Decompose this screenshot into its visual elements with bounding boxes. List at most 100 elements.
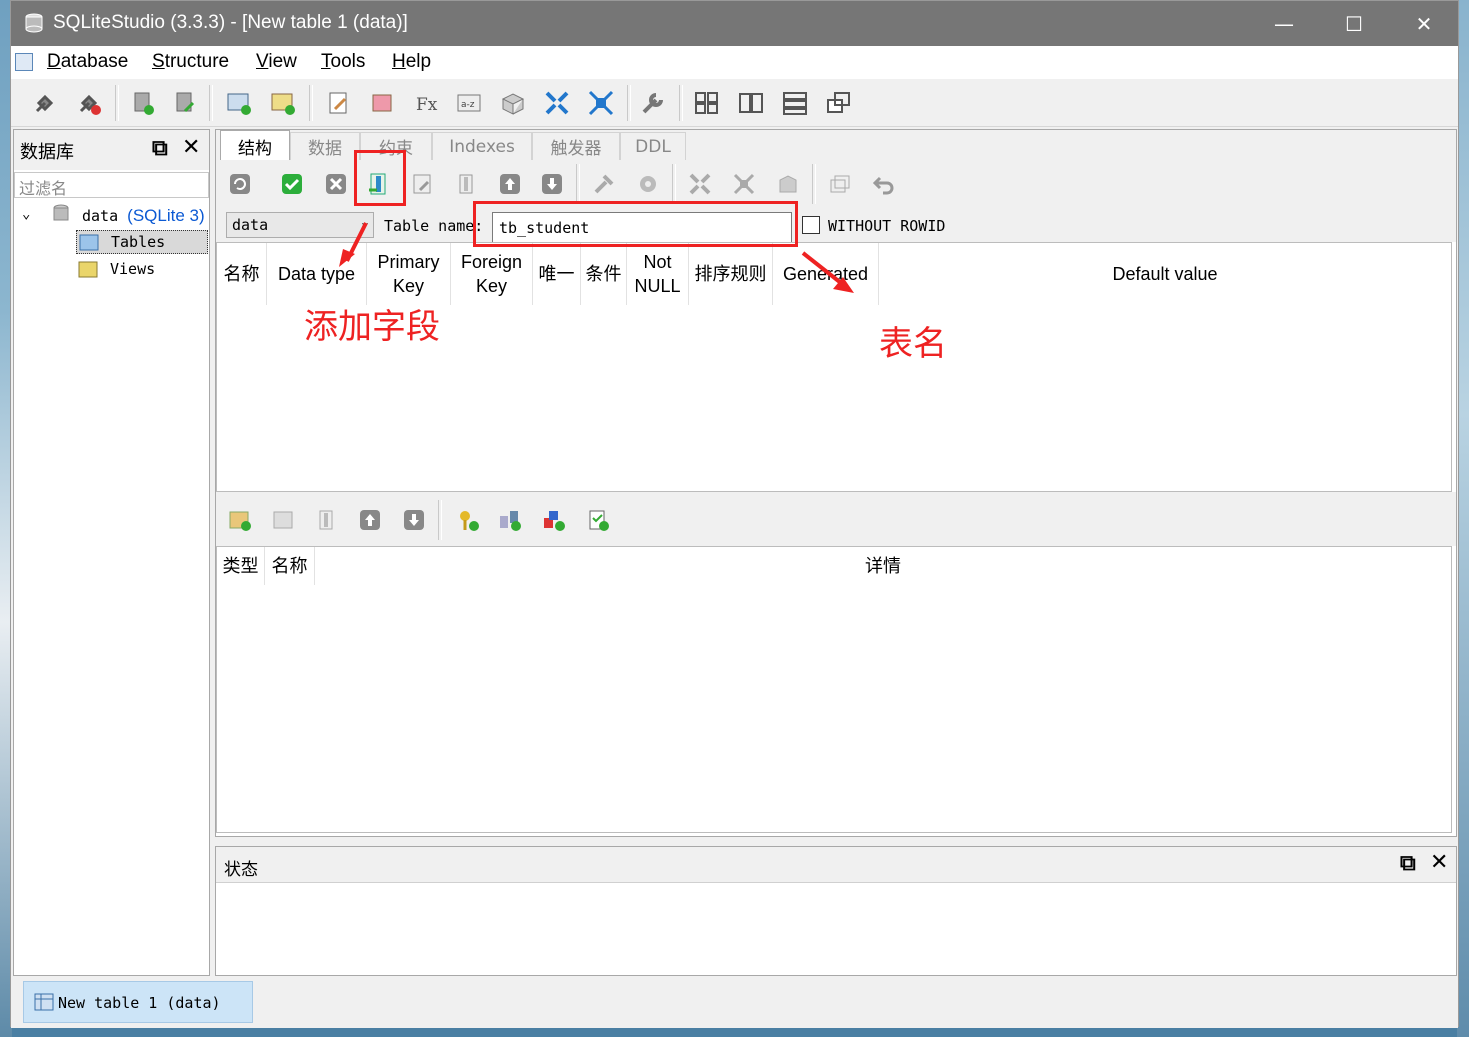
menu-bar: Database Structure View Tools Help [11, 46, 1458, 79]
constraint-header-type[interactable]: 类型 [217, 547, 265, 585]
edit-table-constraint-icon[interactable] [272, 508, 296, 532]
status-panel-header: 状态 ⧉ ✕ [216, 847, 1456, 883]
toolbar-separator [812, 164, 816, 204]
open-sql-icon[interactable] [369, 89, 397, 117]
mdi-window-icon[interactable] [15, 53, 33, 71]
tile-horizontal-icon[interactable] [737, 89, 765, 117]
tab-structure[interactable]: 结构 [220, 130, 290, 161]
toolbar-separator [576, 164, 580, 204]
database-icon [53, 204, 69, 221]
column-header-default-value[interactable]: Default value [879, 243, 1451, 305]
tab-data[interactable]: 数据 [290, 132, 360, 160]
sql-editor-icon[interactable] [325, 89, 353, 117]
tab-ddl[interactable]: DDL [620, 132, 686, 160]
add-index-icon[interactable] [636, 172, 660, 196]
close-panel-icon[interactable]: ✕ [182, 135, 200, 160]
delete-column-icon[interactable] [454, 172, 478, 196]
app-database-icon [25, 13, 43, 33]
add-unique-icon[interactable] [542, 508, 566, 532]
tile-vertical-icon[interactable] [781, 89, 809, 117]
constraints-table[interactable]: 类型 名称 详情 [216, 546, 1452, 833]
menu-database[interactable]: Database [47, 51, 128, 73]
create-similar-icon[interactable] [828, 172, 852, 196]
column-header-data-type[interactable]: Data type [267, 243, 367, 305]
tree-item-label: Views [110, 260, 156, 278]
add-primary-key-icon[interactable] [456, 508, 480, 532]
column-header-unique[interactable]: 唯一 [533, 243, 581, 305]
import-icon[interactable] [543, 89, 571, 117]
add-constraint-icon[interactable] [592, 172, 616, 196]
add-foreign-key-icon[interactable] [498, 508, 522, 532]
constraint-header-name[interactable]: 名称 [265, 547, 315, 585]
refresh-icon[interactable] [228, 172, 252, 196]
add-check-icon[interactable] [586, 508, 610, 532]
import-table-icon[interactable] [688, 172, 712, 196]
export-icon[interactable] [587, 89, 615, 117]
tree-item-views[interactable]: Views [76, 258, 208, 282]
menu-view[interactable]: View [256, 51, 297, 73]
annotation-highlight-table-name [473, 201, 798, 247]
annotation-add-field: 添加字段 [304, 307, 440, 347]
extensions-icon[interactable] [499, 89, 527, 117]
collations-icon[interactable]: a-z [455, 89, 483, 117]
database-tree-item[interactable]: ⌄ data (SQLite 3) [22, 204, 205, 225]
add-table-constraint-icon[interactable] [228, 508, 252, 532]
without-rowid-checkbox[interactable] [802, 216, 820, 234]
export-table-icon[interactable] [732, 172, 756, 196]
column-header-primary-key[interactable]: Primary Key [367, 243, 451, 305]
constraint-move-up-icon[interactable] [358, 508, 382, 532]
columns-table[interactable]: 名称 Data type Primary Key Foreign Key 唯一 … [216, 242, 1452, 492]
taskbar-item-new-table[interactable]: New table 1 (data) [23, 981, 253, 1023]
svg-text:Fx: Fx [416, 95, 438, 115]
tab-indexes[interactable]: Indexes [432, 132, 532, 160]
minimize-button[interactable]: — [1249, 1, 1319, 46]
delete-table-constraint-icon[interactable] [314, 508, 338, 532]
tile-windows-icon[interactable] [693, 89, 721, 117]
annotation-table-name: 表名 [879, 324, 947, 364]
svg-text:a-z: a-z [461, 100, 475, 110]
undo-icon[interactable] [872, 172, 896, 196]
edit-database-icon[interactable] [171, 89, 199, 117]
menu-help[interactable]: Help [392, 51, 431, 73]
disconnect-icon[interactable] [75, 89, 103, 117]
toolbar-separator [209, 85, 213, 121]
rollback-icon[interactable] [324, 172, 348, 196]
column-header-foreign-key[interactable]: Foreign Key [451, 243, 533, 305]
toolbar-separator [115, 85, 119, 121]
settings-wrench-icon[interactable] [639, 89, 667, 117]
create-table-icon[interactable] [225, 89, 253, 117]
constraint-move-down-icon[interactable] [402, 508, 426, 532]
chevron-down-icon[interactable]: ⌄ [22, 206, 30, 222]
float-panel-icon[interactable]: ⧉ [1400, 851, 1416, 876]
edit-column-icon[interactable] [410, 172, 434, 196]
create-view-icon[interactable] [269, 89, 297, 117]
tree-item-tables[interactable]: Tables [76, 230, 208, 254]
column-header-name[interactable]: 名称 [217, 243, 267, 305]
database-panel-header: 数据库 ⧉ ✕ [14, 130, 209, 170]
functions-icon[interactable]: Fx [413, 89, 441, 117]
menu-tools[interactable]: Tools [321, 51, 365, 73]
database-select[interactable]: data ⌄ [226, 212, 374, 238]
table-name-row: data ⌄ Table name: tb_student WITHOUT RO… [216, 208, 1456, 244]
connect-icon[interactable] [31, 89, 59, 117]
maximize-button[interactable]: ☐ [1319, 1, 1389, 46]
populate-table-icon[interactable] [776, 172, 800, 196]
column-header-check[interactable]: 条件 [581, 243, 627, 305]
cascade-windows-icon[interactable] [825, 89, 853, 117]
constraint-header-details[interactable]: 详情 [315, 547, 1451, 585]
column-header-not-null[interactable]: Not NULL [627, 243, 689, 305]
close-button[interactable]: ✕ [1389, 1, 1459, 46]
tables-icon [79, 234, 99, 251]
float-panel-icon[interactable]: ⧉ [152, 136, 168, 161]
commit-icon[interactable] [280, 172, 304, 196]
menu-structure[interactable]: Structure [152, 51, 229, 73]
filter-input[interactable]: 过滤名 [14, 172, 209, 198]
tab-triggers[interactable]: 触发器 [532, 132, 620, 160]
toolbar-separator [309, 85, 313, 121]
move-up-icon[interactable] [498, 172, 522, 196]
column-header-collation[interactable]: 排序规则 [689, 243, 773, 305]
add-database-icon[interactable] [129, 89, 157, 117]
column-header-generated[interactable]: Generated [773, 243, 879, 305]
close-panel-icon[interactable]: ✕ [1430, 850, 1448, 875]
move-down-icon[interactable] [540, 172, 564, 196]
